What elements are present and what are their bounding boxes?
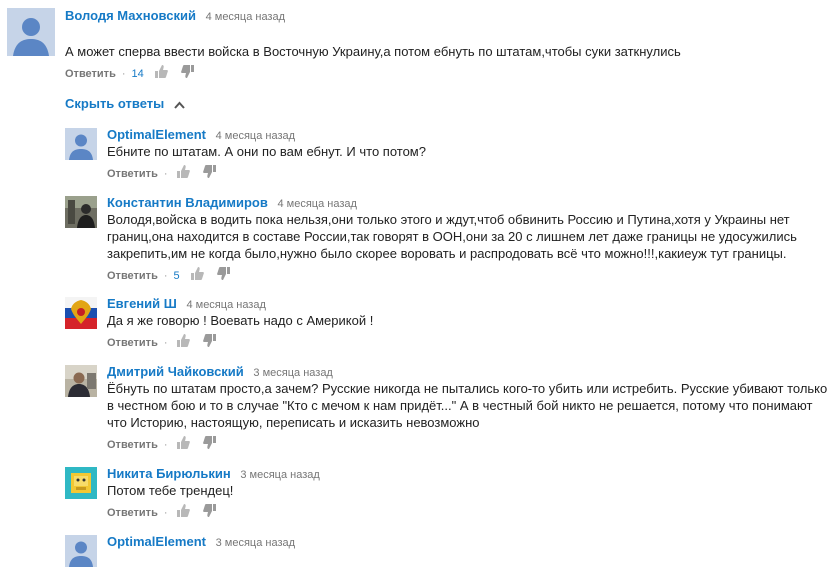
comment-text: А может сперва ввести войска в Восточную… <box>65 44 681 59</box>
thumb-down-icon[interactable] <box>202 504 216 522</box>
reply-button[interactable]: Ответить <box>107 507 158 519</box>
comment-text: Ебните по штатам. А они по вам ебнут. И … <box>107 144 426 159</box>
like-count: 5 <box>173 269 180 282</box>
avatar[interactable] <box>65 196 97 228</box>
thumb-up-icon[interactable] <box>154 65 168 83</box>
avatar[interactable] <box>65 467 97 499</box>
reply-button[interactable]: Ответить <box>107 439 158 451</box>
avatar[interactable] <box>65 128 97 160</box>
separator-dot: · <box>163 506 168 519</box>
default-avatar-icon <box>7 8 55 56</box>
comment-time[interactable]: 3 месяца назад <box>216 537 295 549</box>
comment-text: Ёбнуть по штатам просто,а зачем? Русские… <box>107 381 828 430</box>
separator-dot: · <box>163 438 168 451</box>
photo-avatar-icon <box>65 365 97 397</box>
thumb-down-icon[interactable] <box>202 334 216 352</box>
reply-button[interactable]: Ответить <box>107 270 158 282</box>
default-avatar-icon <box>65 128 97 160</box>
comment-author[interactable]: Дмитрий Чайковский <box>107 364 244 379</box>
hide-replies-label: Скрыть ответы <box>65 96 165 111</box>
comment-text: Володя,войска в водить пока нельзя,они т… <box>107 212 797 261</box>
reply-button[interactable]: Ответить <box>65 68 116 80</box>
hide-replies-button[interactable]: Скрыть ответы <box>65 96 185 112</box>
thumb-down-icon[interactable] <box>216 267 230 285</box>
coat-of-arms-avatar-icon <box>65 297 97 329</box>
comment-author[interactable]: Константин Владимиров <box>107 195 268 210</box>
cartoon-avatar-icon <box>65 467 97 499</box>
thumb-up-icon[interactable] <box>176 504 190 522</box>
separator-dot: · <box>163 269 168 282</box>
comment-time[interactable]: 4 месяца назад <box>277 198 356 210</box>
like-count: 14 <box>131 67 144 80</box>
avatar[interactable] <box>65 535 97 567</box>
separator-dot: · <box>163 167 168 180</box>
chevron-up-icon <box>174 97 185 112</box>
thumb-down-icon[interactable] <box>202 436 216 454</box>
comment-author[interactable]: OptimalElement <box>107 534 206 549</box>
reply-button[interactable]: Ответить <box>107 168 158 180</box>
comment-author[interactable]: Евгений Ш <box>107 296 177 311</box>
comment-author[interactable]: Никита Бирюлькин <box>107 466 231 481</box>
comment-text: Потом тебе трендец! <box>107 483 234 498</box>
comment-time[interactable]: 4 месяца назад <box>186 299 265 311</box>
separator-dot: · <box>121 67 126 80</box>
thumb-up-icon[interactable] <box>190 267 204 285</box>
thumb-up-icon[interactable] <box>176 165 190 183</box>
reply-button[interactable]: Ответить <box>107 337 158 349</box>
comment-time[interactable]: 4 месяца назад <box>216 130 295 142</box>
avatar[interactable] <box>65 297 97 329</box>
comment-time[interactable]: 3 месяца назад <box>240 469 319 481</box>
thumb-down-icon[interactable] <box>181 65 194 83</box>
thumb-down-icon[interactable] <box>202 165 216 183</box>
thumb-up-icon[interactable] <box>176 436 190 454</box>
comment-time[interactable]: 4 месяца назад <box>206 11 285 23</box>
separator-dot: · <box>163 336 168 349</box>
default-avatar-icon <box>65 535 97 567</box>
comment-author[interactable]: Володя Махновский <box>65 8 196 23</box>
avatar[interactable] <box>7 8 55 56</box>
comment-author[interactable]: OptimalElement <box>107 127 206 142</box>
comment-text: Да я же говорю ! Воевать надо с Америкой… <box>107 313 374 328</box>
photo-avatar-icon <box>65 196 97 228</box>
thumb-up-icon[interactable] <box>176 334 190 352</box>
comment-time[interactable]: 3 месяца назад <box>253 367 332 379</box>
avatar[interactable] <box>65 365 97 397</box>
